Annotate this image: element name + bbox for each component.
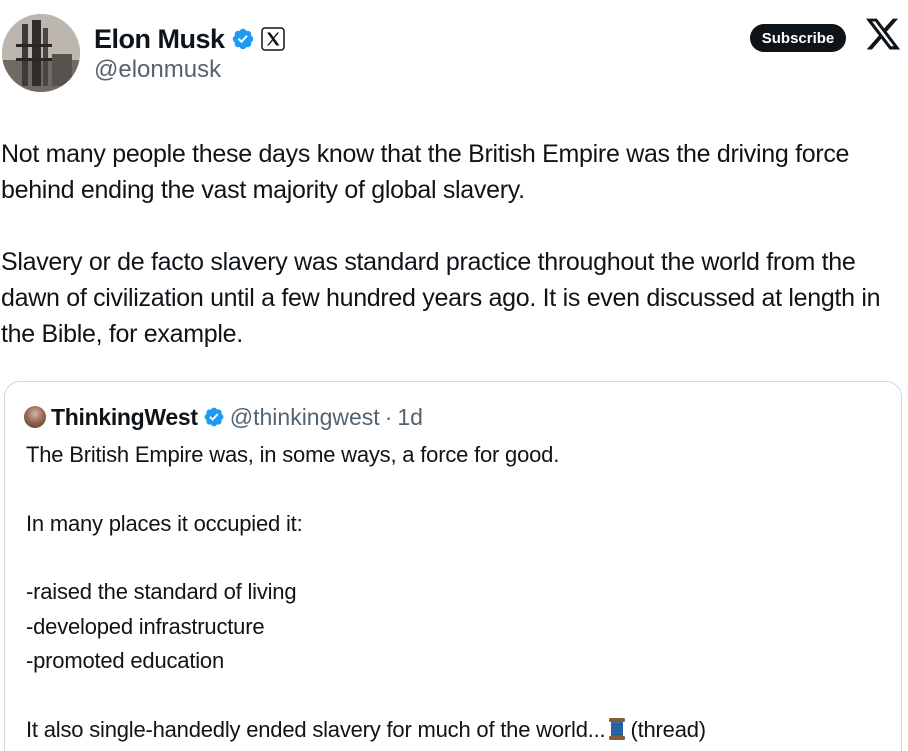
separator-dot: · — [384, 403, 393, 430]
verified-badge-icon — [232, 28, 253, 50]
quoted-bullet: -developed infrastructure — [26, 613, 265, 639]
quoted-avatar[interactable] — [24, 406, 46, 428]
tweet-paragraph: Not many people these days know that the… — [1, 140, 850, 204]
author-display-name[interactable]: Elon Musk — [94, 24, 225, 55]
quoted-bullet: -promoted education — [26, 648, 224, 673]
quoted-tweet-card[interactable]: ThinkingWest @thinkingwest · 1d The Britis… — [4, 381, 902, 751]
quoted-last-line-text: It also single-handedly ended slavery fo… — [26, 716, 606, 742]
subscribe-button[interactable]: Subscribe — [750, 24, 846, 52]
quoted-handle[interactable]: @thinkingwest — [230, 404, 380, 431]
quoted-line: The British Empire was, in some ways, a … — [26, 442, 560, 467]
tweet-screenshot: Elon Musk @elonmusk Subscribe Not many p… — [0, 0, 908, 751]
quoted-last-line-suffix: (thread) — [630, 716, 706, 742]
x-affiliate-badge-icon — [260, 27, 285, 51]
quoted-tweet-header: ThinkingWest @thinkingwest · 1d — [24, 402, 423, 432]
author-handle[interactable]: @elonmusk — [94, 56, 221, 84]
spool-of-thread-icon — [609, 717, 626, 740]
verified-badge-icon — [204, 407, 224, 427]
x-logo-icon[interactable] — [864, 15, 902, 53]
tweet-paragraph: Slavery or de facto slavery was standard… — [1, 248, 881, 348]
quoted-last-line: It also single-handedly ended slavery fo… — [26, 713, 886, 748]
tweet-header: Elon Musk @elonmusk Subscribe — [0, 0, 908, 110]
tweet-body: Not many people these days know that the… — [1, 136, 906, 352]
avatar-image — [2, 14, 80, 92]
avatar[interactable] — [2, 14, 80, 92]
author-name-row: Elon Musk — [94, 22, 285, 56]
quoted-line: In many places it occupied it: — [26, 510, 303, 536]
quoted-display-name[interactable]: ThinkingWest — [51, 404, 198, 431]
quoted-tweet-body: The British Empire was, in some ways, a … — [26, 438, 886, 747]
quoted-timestamp[interactable]: 1d — [397, 404, 423, 431]
quoted-bullet: -raised the standard of living — [26, 579, 297, 604]
